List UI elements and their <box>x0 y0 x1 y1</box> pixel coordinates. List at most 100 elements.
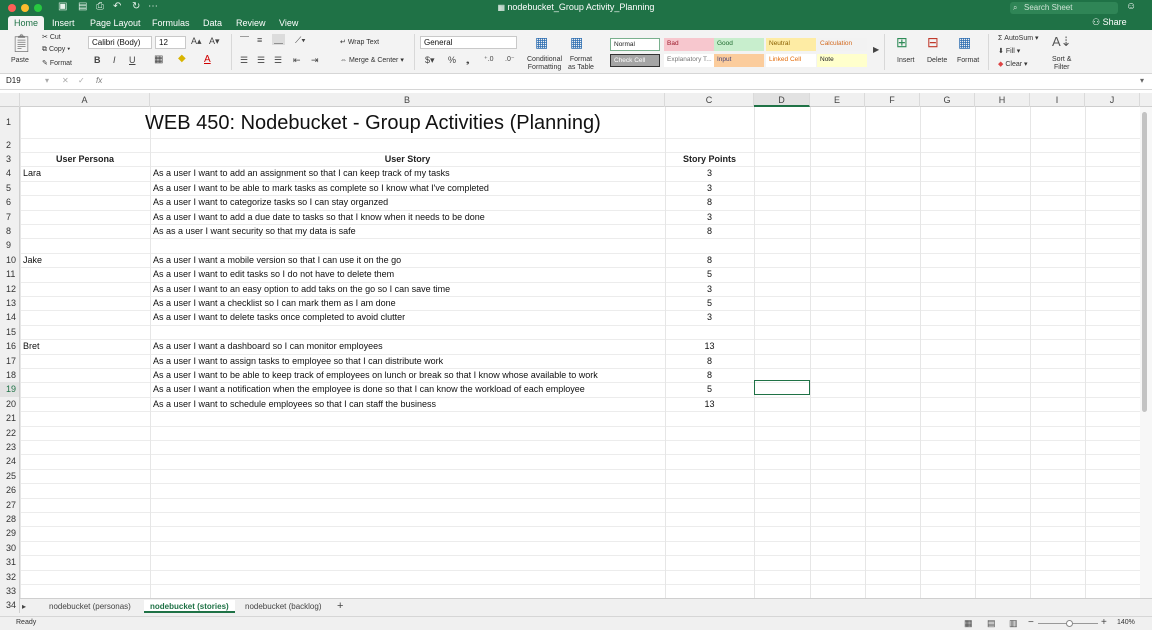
header-user-story[interactable]: User Story <box>150 152 665 166</box>
sheet-tab-personas[interactable]: nodebucket (personas) <box>49 602 131 611</box>
comma-icon[interactable]: ❟ <box>466 55 470 66</box>
tab-page-layout[interactable]: Page Layout <box>90 17 141 29</box>
cell-story[interactable]: As a user I want to schedule employees s… <box>153 397 436 411</box>
delete-cells-label[interactable]: Delete <box>927 57 947 64</box>
row-header-25[interactable]: 25 <box>0 468 20 484</box>
row-header-14[interactable]: 14 <box>0 310 20 325</box>
row-header-24[interactable]: 24 <box>0 454 20 469</box>
row-header-4[interactable]: 4 <box>0 166 20 181</box>
column-header-h[interactable]: H <box>975 93 1030 107</box>
row-header-13[interactable]: 13 <box>0 296 20 311</box>
normal-view-icon[interactable]: ▦ <box>964 618 973 629</box>
cell-persona[interactable]: Lara <box>23 166 41 180</box>
row-header-2[interactable]: 2 <box>0 138 20 153</box>
row-header-26[interactable]: 26 <box>0 483 20 498</box>
row-header-8[interactable]: 8 <box>0 224 20 239</box>
font-color-icon[interactable]: A <box>204 54 211 65</box>
header-story-points[interactable]: Story Points <box>665 152 754 166</box>
format-cells-icon[interactable]: ▦ <box>958 34 971 51</box>
zoom-slider-thumb[interactable] <box>1066 620 1073 627</box>
paste-button-label[interactable]: Paste <box>11 57 29 64</box>
row-header-17[interactable]: 17 <box>0 353 20 368</box>
name-box[interactable]: D19 <box>6 76 21 85</box>
cancel-entry-icon[interactable]: ✕ <box>62 76 69 85</box>
sort-filter-icon[interactable]: A⇣ <box>1052 34 1072 50</box>
row-header-31[interactable]: 31 <box>0 555 20 570</box>
sort-filter-label[interactable]: Sort & Filter <box>1052 56 1071 72</box>
cell-style-good[interactable]: Good <box>714 38 764 51</box>
zoom-in-icon[interactable]: + <box>1101 617 1107 628</box>
row-header-22[interactable]: 22 <box>0 425 20 440</box>
clear-button[interactable]: ◆ Clear ▾ <box>998 60 1028 68</box>
borders-icon[interactable]: ▦ <box>154 54 163 65</box>
add-sheet-button[interactable]: + <box>337 600 343 612</box>
column-header-j[interactable]: J <box>1085 93 1140 107</box>
cell-style-calculation[interactable]: Calculation <box>817 38 867 51</box>
copy-button[interactable]: ⧉ Copy ▾ <box>42 46 70 54</box>
row-header-28[interactable]: 28 <box>0 512 20 527</box>
cell-style-linked-cell[interactable]: Linked Cell <box>766 54 816 67</box>
format-painter-button[interactable]: ✎ Format <box>42 59 72 67</box>
format-as-table-label[interactable]: Format as Table <box>568 56 594 72</box>
cell-points[interactable]: 8 <box>665 224 754 238</box>
row-header-9[interactable]: 9 <box>0 238 20 253</box>
confirm-entry-icon[interactable]: ✓ <box>78 76 85 85</box>
cell-points[interactable]: 5 <box>665 382 754 396</box>
cell-story[interactable]: As a user I want a checklist so I can ma… <box>153 296 396 310</box>
increase-decimal-icon[interactable]: ⁺.0 <box>484 55 494 63</box>
cell-points[interactable]: 3 <box>665 181 754 195</box>
column-header-f[interactable]: F <box>865 93 920 107</box>
fill-button[interactable]: ⬇ Fill ▾ <box>998 47 1020 55</box>
align-bottom-icon[interactable]: ⎽ <box>272 34 286 45</box>
orientation-icon[interactable]: ⟋▾ <box>295 35 306 46</box>
row-header-23[interactable]: 23 <box>0 440 20 455</box>
cell-story[interactable]: As a user I want to delete tasks once co… <box>153 310 405 324</box>
row-header-11[interactable]: 11 <box>0 267 20 282</box>
column-header-c[interactable]: C <box>665 93 754 107</box>
cell-points[interactable]: 3 <box>665 210 754 224</box>
currency-icon[interactable]: $▾ <box>425 55 435 66</box>
column-header-b[interactable]: B <box>150 93 665 107</box>
cell-story[interactable]: As a user I want to be able to keep trac… <box>153 368 598 382</box>
row-header-29[interactable]: 29 <box>0 526 20 541</box>
row-header-34[interactable]: 34 <box>0 598 20 613</box>
cell-style-normal[interactable]: Normal <box>610 38 660 51</box>
decrease-decimal-icon[interactable]: .0⁻ <box>505 55 515 63</box>
cell-points[interactable]: 13 <box>665 339 754 353</box>
font-size-select[interactable]: 12 <box>155 36 186 49</box>
sheet-tab-stories[interactable]: nodebucket (stories) <box>144 600 235 613</box>
page-layout-view-icon[interactable]: ▤ <box>987 618 996 629</box>
insert-cells-label[interactable]: Insert <box>897 57 915 64</box>
align-top-icon[interactable]: ⎺ <box>240 35 249 46</box>
wrap-text-button[interactable]: ↵ Wrap Text <box>340 38 379 46</box>
formula-input[interactable] <box>118 76 1128 88</box>
cell-story[interactable]: As a user I want to add an assignment so… <box>153 166 450 180</box>
column-header-g[interactable]: G <box>920 93 975 107</box>
cell-points[interactable]: 5 <box>665 267 754 281</box>
tab-insert[interactable]: Insert <box>52 17 75 29</box>
column-header-a[interactable]: A <box>20 93 150 107</box>
row-header-21[interactable]: 21 <box>0 411 20 426</box>
cell-story[interactable]: As a user I want to categorize tasks so … <box>153 195 388 209</box>
decrease-font-icon[interactable]: A▾ <box>209 36 220 47</box>
cell-points[interactable]: 8 <box>665 368 754 382</box>
insert-function-icon[interactable]: fx <box>96 76 102 85</box>
cell-style-check-cell[interactable]: Check Cell <box>610 54 660 67</box>
align-right-icon[interactable]: ☰ <box>274 55 282 66</box>
cell-style-neutral[interactable]: Neutral <box>766 38 816 51</box>
cell-points[interactable]: 3 <box>665 166 754 180</box>
conditional-formatting-label[interactable]: Conditional Formatting <box>527 56 562 72</box>
align-middle-icon[interactable]: ≡ <box>257 35 262 45</box>
row-header-6[interactable]: 6 <box>0 195 20 210</box>
column-header-e[interactable]: E <box>810 93 865 107</box>
cell-persona[interactable]: Bret <box>23 339 40 353</box>
styles-more-icon[interactable]: ▶ <box>873 45 879 54</box>
autosum-button[interactable]: Σ AutoSum ▾ <box>998 34 1039 42</box>
cell-points[interactable]: 13 <box>665 397 754 411</box>
tab-formulas[interactable]: Formulas <box>152 17 190 29</box>
bold-icon[interactable]: B <box>94 55 101 65</box>
tab-data[interactable]: Data <box>203 17 222 29</box>
zoom-level[interactable]: 140% <box>1117 619 1135 626</box>
conditional-formatting-icon[interactable]: ▦ <box>535 34 548 51</box>
cell-story[interactable]: As a user I want to be able to mark task… <box>153 181 489 195</box>
